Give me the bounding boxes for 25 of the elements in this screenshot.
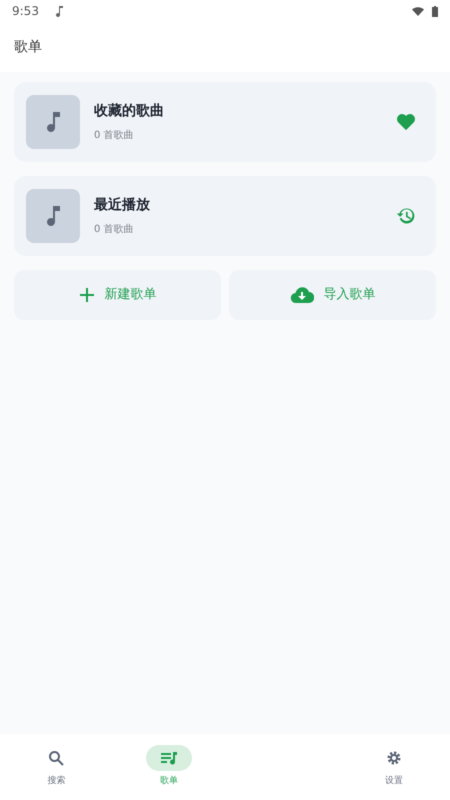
cloud-download-icon xyxy=(290,286,314,304)
nav-tab[interactable]: 搜索 xyxy=(0,745,112,789)
music-note-icon xyxy=(45,205,61,227)
search-icon xyxy=(48,750,64,766)
playlist-title: 收藏的歌曲 xyxy=(94,102,165,121)
history-icon[interactable] xyxy=(396,206,416,226)
import-playlist-button[interactable]: 导入歌单 xyxy=(229,270,436,320)
nav-tab[interactable]: 设置 xyxy=(338,745,450,789)
playlist-icon xyxy=(160,750,178,766)
song-count: 0 首歌曲 xyxy=(94,222,135,237)
music-note-icon xyxy=(45,111,61,133)
song-count: 0 首歌曲 xyxy=(94,128,135,143)
nav-tab[interactable]: 歌单 xyxy=(112,745,225,789)
playlist-title: 最近播放 xyxy=(94,196,151,215)
music-note-icon xyxy=(54,6,63,16)
playlist-card[interactable]: 最近播放 0 首歌曲 xyxy=(14,176,436,256)
battery-icon xyxy=(432,6,438,16)
heart-icon[interactable] xyxy=(396,113,416,131)
new-playlist-button[interactable]: 新建歌单 xyxy=(14,270,221,320)
status-time: 9:53 xyxy=(12,3,39,20)
settings-icon xyxy=(386,750,402,766)
playlist-card[interactable]: 收藏的歌曲 0 首歌曲 xyxy=(14,82,436,162)
wifi-icon xyxy=(412,6,424,16)
plus-icon xyxy=(78,287,94,303)
page-title: 歌单 xyxy=(14,38,42,56)
